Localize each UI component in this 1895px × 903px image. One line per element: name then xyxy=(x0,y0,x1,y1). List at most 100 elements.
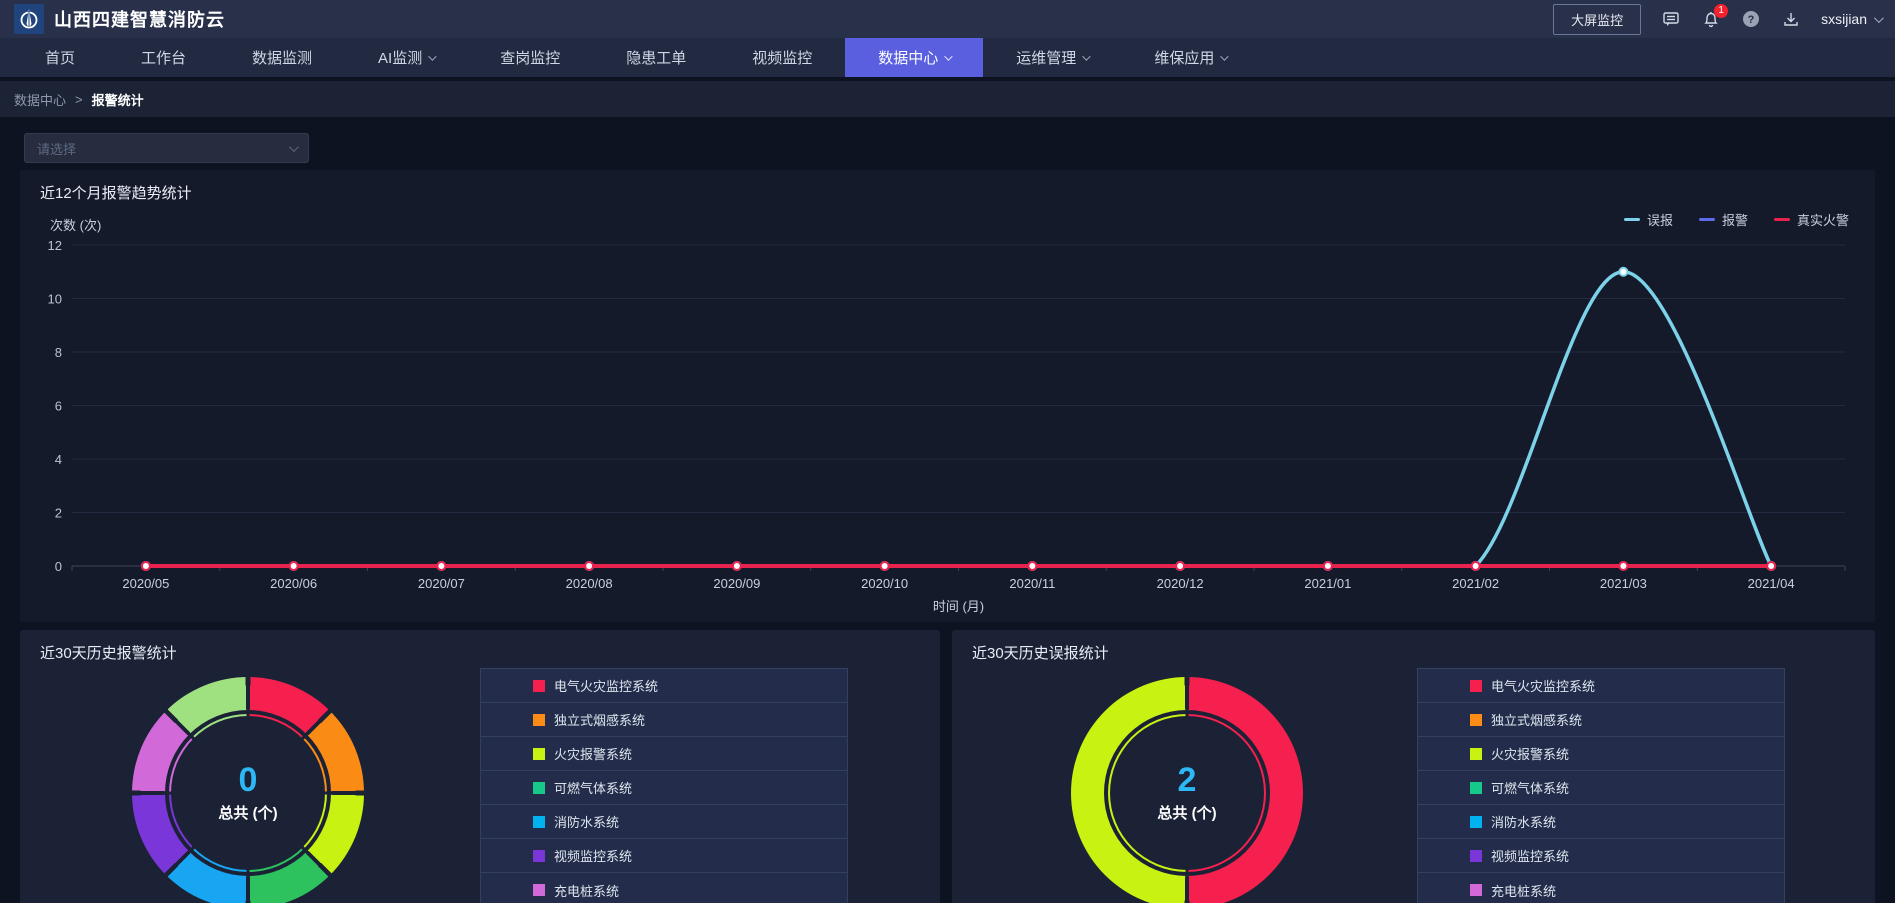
big-screen-monitor-button[interactable]: 大屏监控 xyxy=(1553,4,1641,35)
false-alarm-legend-row-fire-alarm[interactable]: 火灾报警系统 xyxy=(1418,737,1784,771)
trend-chart-title: 近12个月报警趋势统计 xyxy=(40,182,192,203)
legend-label: 电气火灾监控系统 xyxy=(1491,676,1595,695)
svg-text:2: 2 xyxy=(55,506,62,521)
alarm-legend-row-combustible-gas[interactable]: 可燃气体系统 xyxy=(481,771,847,805)
alarm-total-value: 0 xyxy=(239,763,258,799)
help-icon[interactable]: ? xyxy=(1741,9,1761,29)
svg-text:2020/11: 2020/11 xyxy=(1009,576,1055,591)
nav-item-video-monitor[interactable]: 视频监控 xyxy=(719,38,845,77)
false-alarm-legend-row-combustible-gas[interactable]: 可燃气体系统 xyxy=(1418,771,1784,805)
breadcrumb-separator-icon: > xyxy=(75,92,83,107)
nav-item-maintenance-app[interactable]: 维保应用 xyxy=(1121,38,1259,77)
false-alarm-stats-title: 近30天历史误报统计 xyxy=(972,642,1109,663)
alarm-legend-row-fire-water[interactable]: 消防水系统 xyxy=(481,805,847,839)
trend-chart-canvas: 024681012次数 (次)时间 (月)2020/052020/062020/… xyxy=(20,170,1875,622)
svg-text:2021/03: 2021/03 xyxy=(1600,576,1647,591)
legend-swatch-icon xyxy=(533,680,545,692)
false-alarm-donut-chart: 2 总共 (个) xyxy=(1071,677,1303,903)
svg-text:2020/12: 2020/12 xyxy=(1157,576,1204,591)
legend-label: 消防水系统 xyxy=(554,812,619,831)
chevron-down-icon xyxy=(1874,13,1884,23)
legend-swatch-icon xyxy=(1470,884,1482,896)
alarm-total-label: 总共 (个) xyxy=(218,802,277,823)
legend-label: 视频监控系统 xyxy=(1491,846,1569,865)
trend-legend-item[interactable]: 真实火警 xyxy=(1774,210,1849,229)
nav-item-ai-monitor[interactable]: AI监测 xyxy=(345,38,467,77)
legend-swatch-icon xyxy=(533,816,545,828)
svg-text:2020/08: 2020/08 xyxy=(566,576,613,591)
chevron-down-icon xyxy=(289,142,299,152)
false-alarm-legend-row-electrical-fire[interactable]: 电气火灾监控系统 xyxy=(1418,669,1784,703)
svg-text:4: 4 xyxy=(55,452,62,467)
alarm-donut-chart: 0 总共 (个) xyxy=(132,677,364,903)
nav-item-post-monitor[interactable]: 查岗监控 xyxy=(467,38,593,77)
nav-item-label: 数据监测 xyxy=(252,47,312,68)
alarm-legend-row-electrical-fire[interactable]: 电气火灾监控系统 xyxy=(481,669,847,703)
alarm-legend-row-fire-alarm[interactable]: 火灾报警系统 xyxy=(481,737,847,771)
alarm-stats-title: 近30天历史报警统计 xyxy=(40,642,177,663)
nav-item-label: 视频监控 xyxy=(752,47,812,68)
breadcrumb: 数据中心 > 报警统计 xyxy=(0,81,1895,117)
legend-label: 充电桩系统 xyxy=(1491,881,1556,900)
nav-item-label: 运维管理 xyxy=(1016,47,1076,68)
breadcrumb-parent[interactable]: 数据中心 xyxy=(14,90,66,109)
nav-item-workbench[interactable]: 工作台 xyxy=(108,38,219,77)
chevron-down-icon xyxy=(1082,52,1090,60)
false-alarm-legend-row-charging-pile[interactable]: 充电桩系统 xyxy=(1418,873,1784,903)
legend-swatch-icon xyxy=(533,782,545,794)
legend-swatch-icon xyxy=(1470,748,1482,760)
svg-text:2021/04: 2021/04 xyxy=(1748,576,1795,591)
svg-text:2020/10: 2020/10 xyxy=(861,576,908,591)
alarm-stats-panel: 近30天历史报警统计 0 总共 (个) 电气火灾监控系统独立式烟感系统火灾报警系… xyxy=(20,630,940,903)
legend-swatch-icon xyxy=(1470,816,1482,828)
legend-swatch-icon xyxy=(1470,680,1482,692)
trend-legend-item[interactable]: 误报 xyxy=(1624,210,1673,229)
svg-text:?: ? xyxy=(1748,14,1755,26)
svg-text:12: 12 xyxy=(48,238,62,253)
nav-item-data-monitor[interactable]: 数据监测 xyxy=(219,38,345,77)
alarm-legend-row-video-surveillance[interactable]: 视频监控系统 xyxy=(481,839,847,873)
username: sxsijian xyxy=(1821,11,1867,27)
legend-label: 火灾报警系统 xyxy=(1491,744,1569,763)
svg-text:次数 (次): 次数 (次) xyxy=(50,218,101,233)
false-alarm-total-value: 2 xyxy=(1178,763,1197,799)
nav-item-label: 隐患工单 xyxy=(626,47,686,68)
false-alarm-legend-row-smoke-detector[interactable]: 独立式烟感系统 xyxy=(1418,703,1784,737)
svg-text:2021/01: 2021/01 xyxy=(1304,576,1351,591)
alarm-legend-row-smoke-detector[interactable]: 独立式烟感系统 xyxy=(481,703,847,737)
false-alarm-legend-row-fire-water[interactable]: 消防水系统 xyxy=(1418,805,1784,839)
legend-swatch-icon xyxy=(533,748,545,760)
trend-legend-item[interactable]: 报警 xyxy=(1699,210,1748,229)
legend-label: 可燃气体系统 xyxy=(554,778,632,797)
alarm-legend-row-charging-pile[interactable]: 充电桩系统 xyxy=(481,873,847,903)
legend-label: 充电桩系统 xyxy=(554,881,619,900)
legend-label: 误报 xyxy=(1647,210,1673,229)
trend-chart-legend: 误报 报警 真实火警 xyxy=(1624,210,1849,229)
notification-badge: 1 xyxy=(1714,4,1728,18)
nav-item-hazard-ticket[interactable]: 隐患工单 xyxy=(593,38,719,77)
false-alarm-legend-row-video-surveillance[interactable]: 视频监控系统 xyxy=(1418,839,1784,873)
legend-dash-icon xyxy=(1624,218,1640,221)
nav-item-data-center[interactable]: 数据中心 xyxy=(845,38,983,77)
app-header: 山西四建智慧消防云 大屏监控 1 ? xyxy=(0,0,1895,38)
svg-text:2021/02: 2021/02 xyxy=(1452,576,1499,591)
false-alarm-stats-panel: 近30天历史误报统计 2 总共 (个) 电气火灾监控系统独立式烟感系统火灾报警系… xyxy=(952,630,1875,903)
nav-item-ops-management[interactable]: 运维管理 xyxy=(983,38,1121,77)
nav-item-home[interactable]: 首页 xyxy=(12,38,108,77)
svg-text:2020/09: 2020/09 xyxy=(713,576,760,591)
legend-swatch-icon xyxy=(1470,782,1482,794)
message-icon[interactable] xyxy=(1661,9,1681,29)
user-menu[interactable]: sxsijian xyxy=(1821,11,1881,27)
nav-item-label: 首页 xyxy=(45,47,75,68)
svg-text:10: 10 xyxy=(48,292,62,307)
trend-chart-panel: 近12个月报警趋势统计 误报报警真实火警 024681012次数 (次)时间 (… xyxy=(20,170,1875,622)
project-select[interactable]: 请选择 xyxy=(24,133,309,163)
main-nav: 首页 工作台 数据监测 AI监测查岗监控 隐患工单 视频监控 数据中心 运维管理 维保应用 xyxy=(0,38,1895,77)
nav-item-label: 工作台 xyxy=(141,47,186,68)
svg-text:0: 0 xyxy=(55,559,62,574)
nav-item-label: 数据中心 xyxy=(878,47,938,68)
legend-swatch-icon xyxy=(1470,850,1482,862)
notification-bell-icon[interactable]: 1 xyxy=(1701,9,1721,29)
legend-label: 火灾报警系统 xyxy=(554,744,632,763)
download-icon[interactable] xyxy=(1781,9,1801,29)
